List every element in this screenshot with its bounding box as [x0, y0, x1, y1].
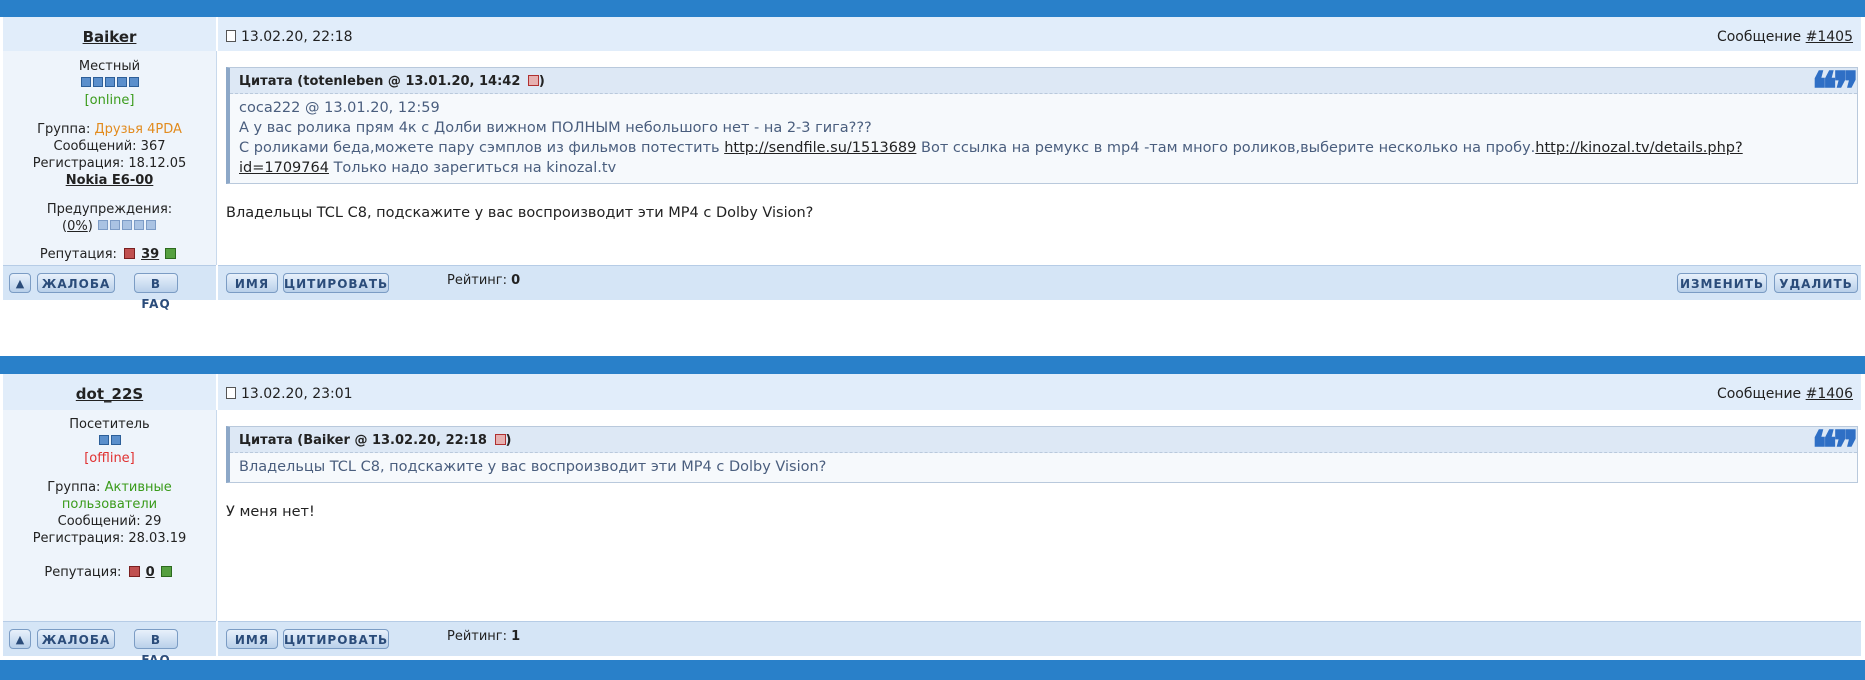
post-footer: ИМЯ ЦИТИРОВАТЬ Рейтинг: 1	[218, 621, 1861, 656]
name-button[interactable]: ИМЯ	[226, 273, 278, 293]
post-footer-left: ▲ ЖАЛОБА В FAQ	[3, 621, 216, 667]
rep-minus-icon[interactable]	[128, 566, 140, 577]
post-rating: Рейтинг: 0	[447, 273, 521, 288]
scroll-up-button[interactable]: ▲	[9, 629, 31, 649]
post-rating: Рейтинг: 1	[447, 629, 521, 644]
quote-marks-icon: ❝❞	[1811, 62, 1859, 118]
rep-plus-icon[interactable]	[160, 566, 172, 577]
author-profile: Местный [online] Группа: Друзья 4PDA Соо…	[3, 51, 217, 265]
complaint-button[interactable]: ЖАЛОБА	[37, 273, 115, 293]
post-header: 13.02.20, 22:18 Сообщение #1405	[218, 17, 1861, 51]
quote-line: С роликами беда,можете пару сэмплов из ф…	[239, 140, 1743, 156]
author-device[interactable]: Nokia E6-00	[3, 172, 216, 189]
post-icon	[226, 30, 236, 42]
rep-value[interactable]: 0	[146, 565, 155, 580]
author-posts-count: Сообщений: 29	[57, 514, 162, 529]
kinozal-link-cont[interactable]: id=1709764	[239, 160, 329, 176]
warning-boxes	[97, 219, 157, 234]
author-group: Группа: Друзья 4PDA	[37, 122, 182, 137]
quote-header: Цитата (totenleben @ 13.01.20, 14:42 )	[230, 68, 1857, 94]
author-registration: Регистрация: 28.03.19	[32, 531, 187, 546]
post-footer: ИМЯ ЦИТИРОВАТЬ Рейтинг: 0 ИЗМЕНИТЬ УДАЛИ…	[218, 265, 1861, 300]
quote-back-icon[interactable]	[527, 75, 539, 86]
rep-minus-icon[interactable]	[124, 248, 136, 259]
post-body: Цитата (totenleben @ 13.01.20, 14:42 ) ❝…	[218, 51, 1861, 265]
post-link[interactable]: #1406	[1806, 386, 1853, 402]
quote-line: id=1709764 Только надо зарегиться на kin…	[239, 160, 617, 176]
post-date: 13.02.20, 22:18	[226, 29, 353, 45]
quote-line: А у вас ролика прям 4к с Долби вижном ПО…	[239, 120, 872, 136]
quote-back-icon[interactable]	[494, 434, 506, 445]
warnings-percent[interactable]: 0%	[67, 219, 88, 234]
nested-quote-author: coca222 @ 13.01.20, 12:59	[239, 100, 440, 116]
author-group-cont: пользователи	[61, 497, 158, 512]
to-faq-button[interactable]: В FAQ	[134, 629, 178, 667]
author-header: dot_22S	[3, 374, 216, 411]
reputation: Репутация: 39	[3, 246, 216, 263]
post-1406: dot_22S Посетитель [offline] Группа: Акт…	[3, 374, 1861, 667]
warnings: (0%)	[3, 218, 216, 235]
quote-marks-icon: ❝❞	[1811, 421, 1859, 477]
reputation: Репутация: 0	[3, 564, 216, 581]
post-date: 13.02.20, 23:01	[226, 386, 353, 402]
warnings-label: Предупреждения:	[46, 202, 173, 217]
quote-button[interactable]: ЦИТИРОВАТЬ	[283, 273, 389, 293]
rank-stars	[80, 75, 140, 92]
complaint-button[interactable]: ЖАЛОБА	[37, 629, 115, 649]
kinozal-link[interactable]: http://kinozal.tv/details.php?	[1535, 140, 1742, 156]
online-status: [online]	[84, 93, 135, 108]
quote-body: coca222 @ 13.01.20, 12:59 А у вас ролика…	[230, 94, 1857, 182]
top-divider-bar	[0, 0, 1865, 17]
quote-block: Цитата (totenleben @ 13.01.20, 14:42 ) ❝…	[226, 62, 1859, 184]
author-nick[interactable]: dot_22S	[76, 385, 143, 403]
post-link[interactable]: #1405	[1806, 29, 1853, 45]
quote-block: Цитата (Baiker @ 13.02.20, 22:18 ) ❝❞ Вл…	[226, 421, 1859, 483]
post-number: Сообщение #1405	[1716, 29, 1853, 45]
post-text: У меня нет!	[226, 504, 315, 520]
scroll-up-button[interactable]: ▲	[9, 273, 31, 293]
rep-plus-icon[interactable]	[165, 248, 177, 259]
quote-button[interactable]: ЦИТИРОВАТЬ	[283, 629, 389, 649]
to-faq-button[interactable]: В FAQ	[134, 273, 178, 311]
bottom-divider-bar	[0, 660, 1865, 680]
post-number: Сообщение #1406	[1716, 386, 1853, 402]
post-divider-bar	[0, 356, 1865, 374]
author-status: Посетитель	[69, 417, 150, 432]
rep-value[interactable]: 39	[141, 247, 159, 262]
author-profile: Посетитель [offline] Группа: Активные по…	[3, 410, 217, 621]
delete-button[interactable]: УДАЛИТЬ	[1774, 273, 1858, 293]
edit-button[interactable]: ИЗМЕНИТЬ	[1677, 273, 1767, 293]
name-button[interactable]: ИМЯ	[226, 629, 278, 649]
post-icon	[226, 387, 236, 399]
post-text: Владельцы TCL C8, подскажите у вас воспр…	[226, 205, 814, 221]
quote-line: Владельцы TCL C8, подскажите у вас воспр…	[239, 459, 827, 475]
rank-stars	[98, 433, 122, 450]
sendfile-link[interactable]: http://sendfile.su/1513689	[724, 140, 916, 156]
author-status: Местный	[78, 59, 141, 74]
author-registration: Регистрация: 18.12.05	[32, 156, 187, 171]
author-header: Baiker	[3, 17, 216, 52]
author-group: Группа: Активные	[47, 480, 172, 495]
post-body: Цитата (Baiker @ 13.02.20, 22:18 ) ❝❞ Вл…	[218, 410, 1861, 621]
post-header: 13.02.20, 23:01 Сообщение #1406	[218, 374, 1861, 410]
online-status: [offline]	[84, 451, 135, 466]
author-posts-count: Сообщений: 367	[53, 139, 166, 154]
quote-header: Цитата (Baiker @ 13.02.20, 22:18 )	[230, 427, 1857, 453]
post-1405: Baiker Местный [online] Группа: Друзья 4…	[3, 17, 1861, 311]
author-nick[interactable]: Baiker	[83, 28, 137, 46]
post-footer-left: ▲ ЖАЛОБА В FAQ	[3, 265, 216, 311]
quote-body: Владельцы TCL C8, подскажите у вас воспр…	[230, 453, 1857, 481]
